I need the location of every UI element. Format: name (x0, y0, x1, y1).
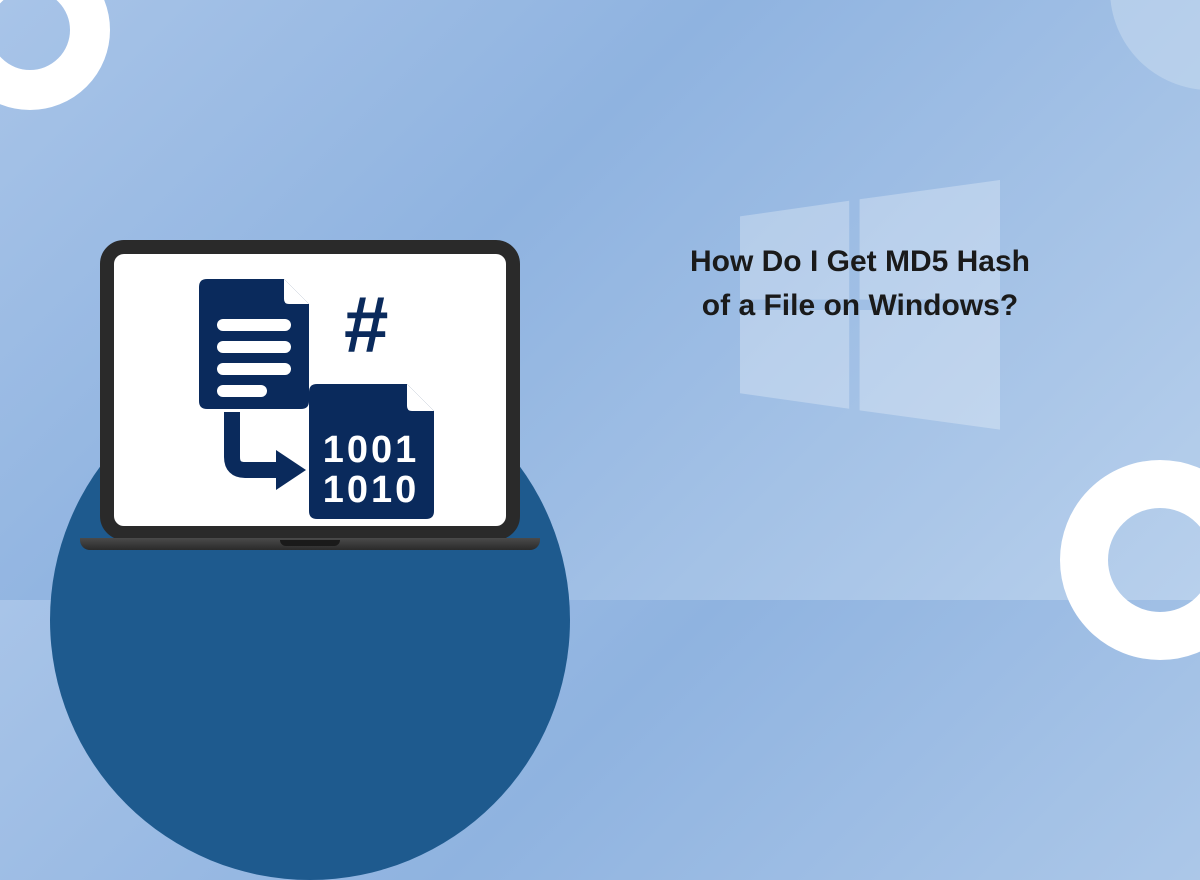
hash-icon: # (344, 279, 389, 371)
screen-content: # 1001 1010 (114, 254, 506, 526)
laptop-notch (280, 540, 340, 546)
arrow-icon (224, 412, 309, 497)
svg-text:1001: 1001 (323, 429, 420, 471)
laptop-illustration: # 1001 1010 (80, 240, 540, 600)
decorative-circle-top-right (1110, 0, 1200, 90)
headline-line2: of a File on Windows? (702, 289, 1018, 322)
svg-text:1010: 1010 (323, 469, 420, 511)
headline-line1: How Do I Get MD5 Hash (690, 245, 1030, 278)
decorative-ring-top-left (0, 0, 110, 110)
document-icon (199, 279, 309, 414)
laptop-screen: # 1001 1010 (100, 240, 520, 540)
decorative-ring-bottom-right (1060, 460, 1200, 660)
page-title: How Do I Get MD5 Hash of a File on Windo… (610, 240, 1110, 327)
binary-file-icon: 1001 1010 (309, 384, 434, 524)
